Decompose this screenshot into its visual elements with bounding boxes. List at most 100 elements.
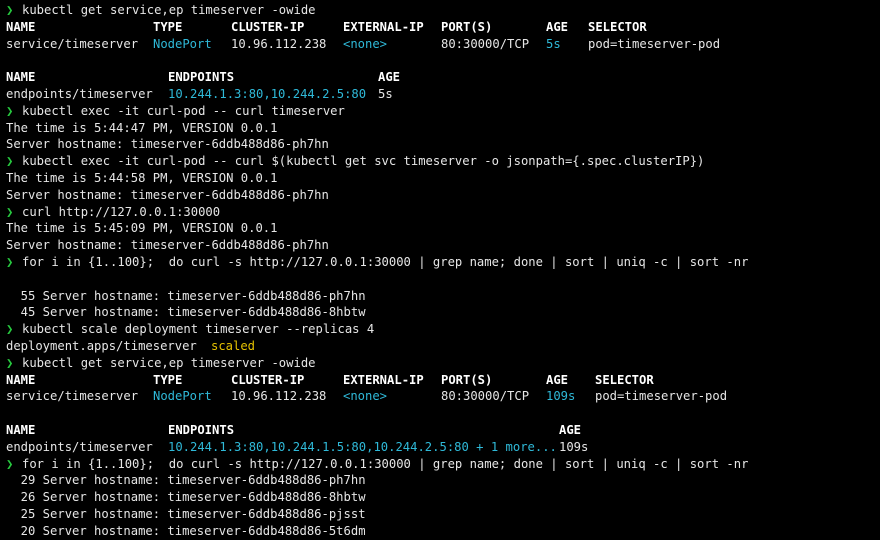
- terminal-line: NAME TYPE CLUSTER-IP EXTERNAL-IP PORT(S) AGE S…: [6, 372, 880, 389]
- terminal-line: NAME ENDPOINTS AGE: [6, 422, 880, 439]
- table-header-cell: CLUSTER-IP: [231, 19, 305, 34]
- table-cell: service/timeserver: [6, 36, 139, 51]
- table-header-cell: EXTERNAL-IP: [343, 19, 424, 34]
- table-header-cell: EXTERNAL-IP: [343, 372, 424, 387]
- command-text: kubectl get service,ep timeserver -owide: [22, 3, 316, 17]
- terminal-line: ❯ kubectl get service,ep timeserver -owid…: [6, 355, 880, 372]
- table-cell: 5s: [378, 86, 393, 101]
- table-header-cell: PORT(S): [441, 19, 493, 34]
- command-text: kubectl scale deployment timeserver --re…: [22, 322, 375, 337]
- terminal-line: ❯ kubectl get service,ep timeserver -owid…: [6, 2, 880, 19]
- output-text: The time is 5:45:09 PM, VERSION 0.0.1: [6, 221, 278, 236]
- table-cell: 80:30000/TCP: [441, 36, 530, 51]
- output-text: Server hostname: timeserver-6ddb488d86-p…: [6, 238, 329, 253]
- table-cell: NodePort: [153, 389, 212, 404]
- table-cell: 80:30000/TCP: [441, 389, 530, 404]
- command-text: kubectl exec -it curl-pod -- curl $(kube…: [22, 154, 705, 169]
- prompt-chevron-icon: ❯: [6, 103, 14, 118]
- terminal-window[interactable]: ❯ kubectl get service,ep timeserver -owid…: [0, 0, 880, 538]
- terminal-line: Server hostname: timeserver-6ddb488d86-p…: [6, 237, 880, 254]
- table-cell: 5s: [546, 36, 561, 51]
- table-header-cell: AGE: [378, 70, 401, 85]
- table-cell: endpoints/timeserver: [6, 439, 153, 454]
- table-header-cell: ENDPOINTS: [168, 70, 235, 85]
- output-text: Server hostname: timeserver-6ddb488d86-p…: [6, 187, 329, 202]
- terminal-line: ❯ kubectl exec -it curl-pod -- curl times…: [6, 103, 880, 120]
- table-cell: pod=timeserver-pod: [595, 389, 728, 404]
- table-header-cell: AGE: [546, 372, 569, 387]
- output-text: 20 Server hostname: timeserver-6ddb488d8…: [6, 523, 366, 538]
- table-header-cell: NAME: [6, 372, 36, 387]
- prompt-chevron-icon: ❯: [6, 3, 14, 17]
- table-cell: endpoints/timeserver: [6, 86, 153, 101]
- terminal-line: 20 Server hostname: timeserver-6ddb488d8…: [6, 523, 880, 540]
- table-header-cell: AGE: [546, 19, 569, 34]
- terminal-line: 25 Server hostname: timeserver-6ddb488d8…: [6, 506, 880, 523]
- terminal-line: endpoints/timeserver 10.244.1.3:80,10.244…: [6, 439, 880, 456]
- table-cell: 109s: [546, 389, 576, 404]
- output-text: 55 Server hostname: timeserver-6ddb488d8…: [6, 288, 366, 303]
- terminal-line: ❯ kubectl exec -it curl-pod -- curl $(kub…: [6, 153, 880, 170]
- output-text: 29 Server hostname: timeserver-6ddb488d8…: [6, 473, 366, 488]
- table-cell: 109s: [559, 439, 589, 454]
- terminal-line: deployment.apps/timeserver scaled: [6, 338, 880, 355]
- terminal-line: The time is 5:44:47 PM, VERSION 0.0.1: [6, 120, 880, 137]
- command-text: kubectl exec -it curl-pod -- curl timese…: [22, 103, 345, 118]
- terminal-line: The time is 5:45:09 PM, VERSION 0.0.1: [6, 220, 880, 237]
- command-text: curl http://127.0.0.1:30000: [22, 204, 221, 219]
- table-cell: pod=timeserver-pod: [588, 36, 721, 51]
- terminal-line: 45 Server hostname: timeserver-6ddb488d8…: [6, 304, 880, 321]
- table-header-cell: NAME: [6, 422, 36, 437]
- prompt-chevron-icon: ❯: [6, 254, 14, 269]
- terminal-line: service/timeserver NodePort 10.96.112.238 <…: [6, 36, 880, 53]
- table-header-cell: TYPE: [153, 19, 183, 34]
- table-cell: 10.244.1.3:80,10.244.2.5:80: [168, 86, 367, 101]
- prompt-chevron-icon: ❯: [6, 204, 14, 219]
- table-header-cell: PORT(S): [441, 372, 493, 387]
- terminal-line: 29 Server hostname: timeserver-6ddb488d8…: [6, 472, 880, 489]
- table-header-cell: ENDPOINTS: [168, 422, 235, 437]
- terminal-line: ❯ kubectl scale deployment timeserver --r…: [6, 321, 880, 338]
- table-header-cell: SELECTOR: [588, 19, 647, 34]
- table-cell: <none>: [343, 389, 388, 404]
- table-cell: 10.96.112.238: [231, 389, 327, 404]
- terminal-line: endpoints/timeserver 10.244.1.3:80,10.244…: [6, 86, 880, 103]
- terminal-line: NAME ENDPOINTS AGE: [6, 69, 880, 86]
- output-text: The time is 5:44:58 PM, VERSION 0.0.1: [6, 170, 278, 185]
- scaled-status: scaled: [211, 338, 256, 353]
- terminal-line: ❯ for i in {1..100}; do curl -s http://12…: [6, 254, 880, 271]
- command-text: for i in {1..100}; do curl -s http://127…: [22, 254, 749, 269]
- output-text: The time is 5:44:47 PM, VERSION 0.0.1: [6, 120, 278, 135]
- terminal-line: Server hostname: timeserver-6ddb488d86-p…: [6, 187, 880, 204]
- prompt-chevron-icon: ❯: [6, 355, 14, 370]
- prompt-chevron-icon: ❯: [6, 322, 14, 337]
- terminal-line: ❯ curl http://127.0.0.1:30000: [6, 204, 880, 221]
- output-text: 45 Server hostname: timeserver-6ddb488d8…: [6, 305, 366, 320]
- terminal-line: NAME TYPE CLUSTER-IP EXTERNAL-IP PORT(S) AGE S…: [6, 19, 880, 36]
- output-text: Server hostname: timeserver-6ddb488d86-p…: [6, 137, 329, 152]
- terminal-line: service/timeserver NodePort 10.96.112.238 <…: [6, 388, 880, 405]
- output-text: 26 Server hostname: timeserver-6ddb488d8…: [6, 490, 366, 505]
- prompt-chevron-icon: ❯: [6, 154, 14, 169]
- table-cell: NodePort: [153, 36, 212, 51]
- table-cell: 10.244.1.3:80,10.244.1.5:80,10.244.2.5:8…: [168, 439, 557, 454]
- command-text: for i in {1..100}; do curl -s http://127…: [22, 456, 749, 471]
- table-cell: service/timeserver: [6, 389, 139, 404]
- command-text: kubectl get service,ep timeserver -owide: [22, 355, 316, 370]
- terminal-line: Server hostname: timeserver-6ddb488d86-p…: [6, 136, 880, 153]
- terminal-line: 55 Server hostname: timeserver-6ddb488d8…: [6, 288, 880, 305]
- terminal-line: ❯ for i in {1..100}; do curl -s http://12…: [6, 456, 880, 473]
- table-header-cell: CLUSTER-IP: [231, 372, 305, 387]
- table-header-cell: AGE: [559, 422, 582, 437]
- output-text: 25 Server hostname: timeserver-6ddb488d8…: [6, 506, 366, 521]
- table-cell: <none>: [343, 36, 388, 51]
- table-header-cell: SELECTOR: [595, 372, 654, 387]
- table-header-cell: TYPE: [153, 372, 183, 387]
- table-header-cell: NAME: [6, 70, 36, 85]
- terminal-line: The time is 5:44:58 PM, VERSION 0.0.1: [6, 170, 880, 187]
- terminal-line: 26 Server hostname: timeserver-6ddb488d8…: [6, 489, 880, 506]
- table-header-cell: NAME: [6, 19, 36, 34]
